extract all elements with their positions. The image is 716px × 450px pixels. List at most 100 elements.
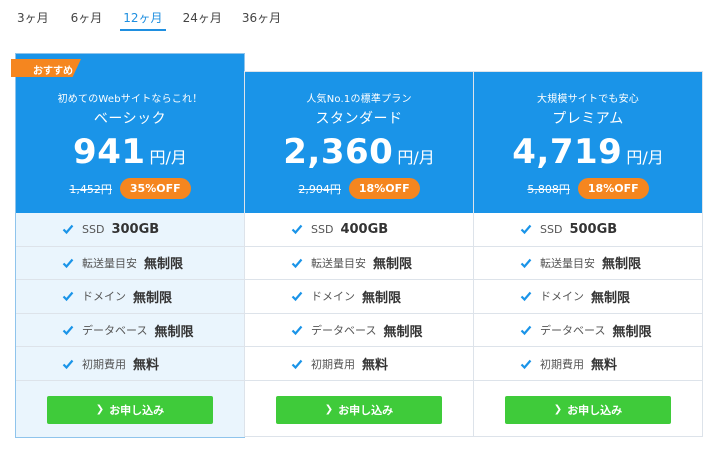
chevron-right-icon: ❯	[553, 404, 563, 416]
feature-row-ssd: SSD 300GB	[16, 213, 244, 247]
check-icon	[520, 258, 532, 269]
check-icon	[520, 359, 532, 369]
feature-value: 無制限	[602, 257, 642, 273]
feature-value: 無制限	[373, 257, 413, 273]
feature-label: SSD	[311, 222, 334, 236]
button-wrapper: ❯ お申し込み	[474, 381, 702, 424]
feature-value: 無制限	[362, 290, 402, 306]
price-row: 4,719 円/月	[474, 132, 702, 172]
billing-period-tabs: 3ヶ月 6ヶ月 12ヶ月 24ヶ月 36ヶ月	[0, 0, 281, 32]
feature-list: SSD 500GB 転送量目安 無制限 ドメイン 無制限 データベース 無制限 …	[474, 213, 702, 381]
original-price: 5,808円	[527, 182, 570, 196]
check-icon	[520, 225, 532, 235]
feature-label: ドメイン	[540, 290, 584, 304]
button-wrapper: ❯ お申し込み	[16, 381, 244, 424]
tab-12-months[interactable]: 12ヶ月	[120, 0, 166, 32]
plan-price: 4,719	[512, 132, 623, 172]
feature-value: 300GB	[111, 221, 160, 237]
feature-list: SSD 300GB 転送量目安 無制限 ドメイン 無制限 データベース 無制限 …	[16, 213, 244, 381]
feature-label: 初期費用	[311, 357, 355, 371]
feature-label: データベース	[540, 324, 606, 338]
feature-value: 無制限	[133, 290, 173, 306]
plan-name: スタンダード	[315, 111, 403, 127]
feature-value: 無制限	[612, 324, 652, 340]
check-icon	[520, 292, 532, 302]
feature-row-setup-fee: 初期費用 無料	[474, 347, 702, 381]
chevron-right-icon: ❯	[95, 404, 105, 416]
plan-price: 941	[73, 132, 146, 172]
original-price: 2,904円	[298, 182, 341, 196]
feature-row-domain: ドメイン 無制限	[245, 280, 473, 314]
feature-row-database: データベース 無制限	[245, 314, 473, 348]
feature-label: 転送量目安	[82, 256, 137, 270]
apply-button-premium[interactable]: ❯ お申し込み	[505, 395, 671, 424]
plan-header: 大規模サイトでも安心 プレミアム 4,719 円/月 5,808円 18%OFF	[474, 72, 702, 213]
check-icon	[291, 292, 303, 302]
feature-row-transfer: 転送量目安 無制限	[16, 247, 244, 281]
check-icon	[62, 359, 74, 369]
check-icon	[291, 359, 303, 369]
feature-label: データベース	[82, 324, 148, 338]
check-icon	[62, 225, 74, 235]
feature-value: 無制限	[144, 257, 184, 273]
price-row: 941 円/月	[16, 132, 244, 172]
plan-cards: おすすめ 初めてのWebサイトならこれ！ ベーシック 941 円/月 1,452…	[11, 53, 703, 440]
original-price-row: 5,808円 18%OFF	[474, 178, 702, 199]
feature-value: 500GB	[569, 221, 618, 237]
feature-label: SSD	[82, 222, 105, 236]
check-icon	[291, 225, 303, 235]
apply-button-label: お申し込み	[109, 403, 165, 417]
apply-button-standard[interactable]: ❯ お申し込み	[276, 395, 442, 424]
tab-36-months[interactable]: 36ヶ月	[242, 0, 281, 32]
feature-value: 無制限	[383, 324, 423, 340]
plan-card-premium: 大規模サイトでも安心 プレミアム 4,719 円/月 5,808円 18%OFF…	[473, 71, 703, 437]
recommended-badge: おすすめ	[11, 59, 81, 77]
original-price-row: 1,452円 35%OFF	[16, 178, 244, 199]
feature-row-ssd: SSD 500GB	[474, 213, 702, 247]
plan-card-basic: おすすめ 初めてのWebサイトならこれ！ ベーシック 941 円/月 1,452…	[11, 53, 245, 438]
apply-button-label: お申し込み	[338, 403, 394, 417]
feature-value: 無制限	[154, 324, 194, 340]
plan-name: プレミアム	[552, 111, 624, 127]
plan-header: 人気No.1の標準プラン スタンダード 2,360 円/月 2,904円 18%…	[245, 72, 473, 213]
button-wrapper: ❯ お申し込み	[245, 381, 473, 424]
feature-label: 転送量目安	[540, 256, 595, 270]
feature-label: データベース	[311, 324, 377, 338]
feature-row-ssd: SSD 400GB	[245, 213, 473, 247]
feature-label: ドメイン	[82, 290, 126, 304]
check-icon	[291, 325, 303, 336]
feature-row-setup-fee: 初期費用 無料	[16, 347, 244, 381]
apply-button-label: お申し込み	[567, 403, 623, 417]
plan-tagline: 大規模サイトでも安心	[537, 94, 639, 105]
apply-button-basic[interactable]: ❯ お申し込み	[47, 395, 213, 424]
feature-value: 無料	[362, 358, 389, 374]
check-icon	[520, 325, 532, 336]
feature-label: 初期費用	[540, 357, 584, 371]
check-icon	[62, 325, 74, 336]
feature-value: 無制限	[591, 290, 631, 306]
plan-tagline: 人気No.1の標準プラン	[306, 94, 412, 105]
feature-row-transfer: 転送量目安 無制限	[474, 247, 702, 281]
check-icon	[62, 292, 74, 302]
feature-value: 無料	[133, 358, 160, 374]
tab-24-months[interactable]: 24ヶ月	[183, 0, 222, 32]
feature-value: 400GB	[340, 221, 389, 237]
plan-name: ベーシック	[93, 111, 167, 127]
feature-list: SSD 400GB 転送量目安 無制限 ドメイン 無制限 データベース 無制限 …	[245, 213, 473, 381]
discount-badge: 18%OFF	[348, 178, 420, 199]
plan-price: 2,360	[283, 132, 394, 172]
feature-row-domain: ドメイン 無制限	[16, 280, 244, 314]
price-unit: 円/月	[397, 148, 435, 167]
tab-6-months[interactable]: 6ヶ月	[71, 0, 103, 32]
discount-badge: 35%OFF	[119, 178, 191, 199]
feature-value: 無料	[591, 358, 618, 374]
plan-card-standard: 人気No.1の標準プラン スタンダード 2,360 円/月 2,904円 18%…	[244, 71, 474, 437]
check-icon	[62, 258, 74, 269]
tab-3-months[interactable]: 3ヶ月	[17, 0, 49, 32]
chevron-right-icon: ❯	[324, 404, 334, 416]
price-row: 2,360 円/月	[245, 132, 473, 172]
feature-row-database: データベース 無制限	[16, 314, 244, 348]
check-icon	[291, 258, 303, 269]
original-price-row: 2,904円 18%OFF	[245, 178, 473, 199]
plan-header: おすすめ 初めてのWebサイトならこれ！ ベーシック 941 円/月 1,452…	[11, 54, 244, 213]
